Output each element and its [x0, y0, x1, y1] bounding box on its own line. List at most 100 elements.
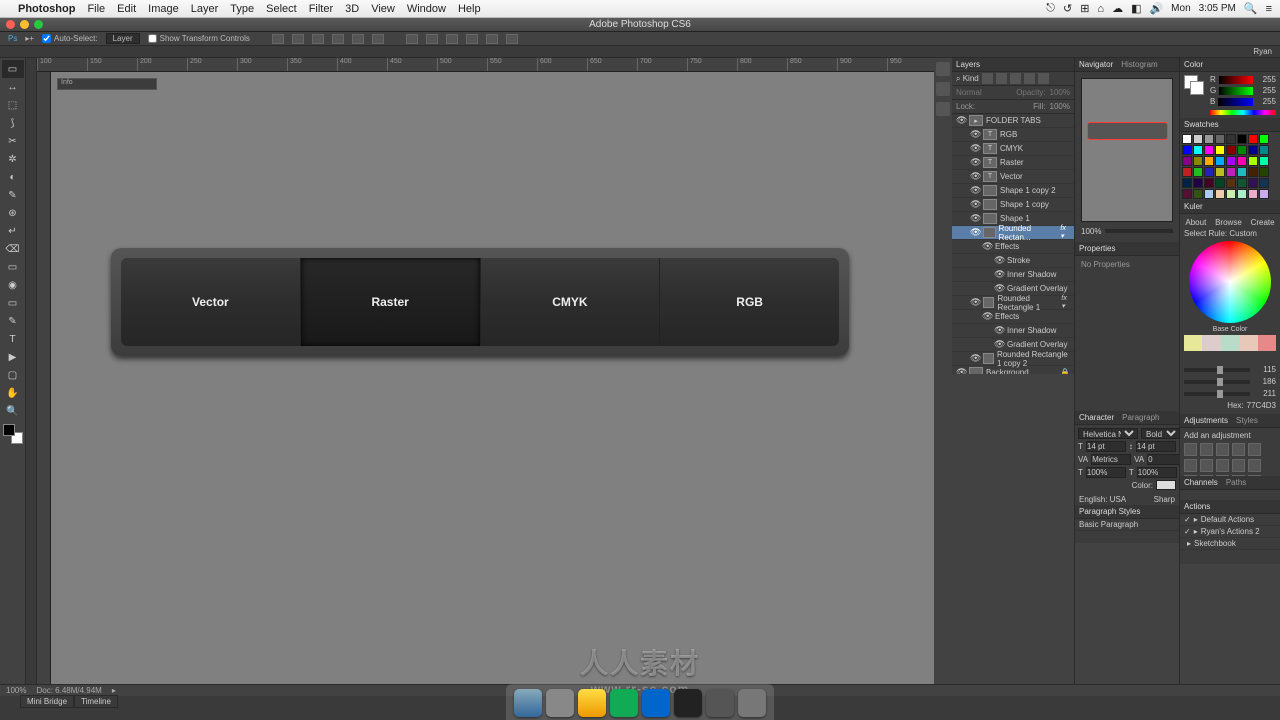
layer-row[interactable]: 👁TRGB: [952, 128, 1074, 142]
align-btn[interactable]: [332, 34, 344, 44]
adj-icon[interactable]: [1184, 459, 1197, 472]
layer-row[interactable]: 👁TRaster: [952, 156, 1074, 170]
horizontal-ruler[interactable]: 1001502002503003504004505005506006507007…: [37, 58, 934, 72]
swatch[interactable]: [1226, 178, 1236, 188]
g-value[interactable]: 255: [1256, 86, 1276, 95]
menu-filter[interactable]: Filter: [309, 3, 333, 15]
ps-icon[interactable]: Ps: [8, 34, 17, 43]
hue-strip[interactable]: [1210, 110, 1276, 115]
swatch[interactable]: [1226, 134, 1236, 144]
swatch[interactable]: [1226, 145, 1236, 155]
wand-tool[interactable]: ⟆: [2, 114, 24, 132]
timeline-tab[interactable]: Timeline: [74, 695, 118, 708]
visibility-icon[interactable]: 👁: [956, 367, 966, 374]
visibility-icon[interactable]: 👁: [970, 227, 980, 238]
color-tab[interactable]: Color: [1184, 60, 1203, 69]
swatch[interactable]: [1237, 167, 1247, 177]
kuler-swatch[interactable]: [1258, 335, 1276, 351]
hex-value[interactable]: 77C4D3: [1247, 401, 1276, 410]
swatch[interactable]: [1226, 189, 1236, 199]
visibility-icon[interactable]: 👁: [970, 213, 980, 224]
crop-tool[interactable]: ✂: [2, 132, 24, 150]
b-value[interactable]: 211: [1254, 389, 1276, 398]
swatch[interactable]: [1226, 156, 1236, 166]
swatches-tab[interactable]: Swatches: [1184, 120, 1219, 129]
swatch[interactable]: [1259, 134, 1269, 144]
layer-row[interactable]: 👁Shape 1 copy 2: [952, 184, 1074, 198]
heal-tool[interactable]: ◐: [2, 168, 24, 186]
properties-tab[interactable]: Properties: [1079, 244, 1115, 253]
layer-row[interactable]: 👁TVector: [952, 170, 1074, 184]
menu-3d[interactable]: 3D: [345, 3, 359, 15]
swatch[interactable]: [1193, 145, 1203, 155]
font-size[interactable]: [1086, 441, 1126, 452]
status-icon[interactable]: ⌂: [1097, 3, 1104, 15]
adjustments-tab[interactable]: Adjustments: [1184, 416, 1228, 425]
dock-photoshop-icon[interactable]: [642, 689, 670, 717]
navigator-tab[interactable]: Navigator: [1079, 60, 1113, 69]
s-slider[interactable]: [1184, 380, 1250, 384]
distribute-btn[interactable]: [446, 34, 458, 44]
marquee-tool[interactable]: ↔: [2, 78, 24, 96]
visibility-icon[interactable]: 👁: [970, 199, 980, 210]
layer-row[interactable]: 👁Inner Shadow: [952, 324, 1074, 338]
navigator-viewbox[interactable]: [1087, 122, 1168, 140]
swatch[interactable]: [1193, 167, 1203, 177]
swatch[interactable]: [1248, 156, 1258, 166]
layer-row[interactable]: 👁Effects: [952, 310, 1074, 324]
character-tab[interactable]: Character: [1079, 413, 1114, 422]
swatch[interactable]: [1237, 156, 1247, 166]
s-value[interactable]: 186: [1254, 377, 1276, 386]
pstyles-tab[interactable]: Paragraph Styles: [1079, 507, 1140, 516]
type-tool[interactable]: T: [2, 330, 24, 348]
stamp-tool[interactable]: ⊛: [2, 204, 24, 222]
histogram-tab[interactable]: Histogram: [1121, 60, 1157, 69]
swatch[interactable]: [1182, 167, 1192, 177]
swatch[interactable]: [1226, 167, 1236, 177]
swatch[interactable]: [1259, 156, 1269, 166]
adj-icon[interactable]: [1248, 443, 1261, 456]
adj-icon[interactable]: [1232, 443, 1245, 456]
nav-zoom-value[interactable]: 100%: [1081, 227, 1101, 236]
swatch[interactable]: [1204, 134, 1214, 144]
kuler-swatch[interactable]: [1202, 335, 1220, 351]
paths-tab[interactable]: Paths: [1226, 478, 1246, 487]
visibility-icon[interactable]: 👁: [994, 255, 1004, 266]
actions-tab[interactable]: Actions: [1184, 502, 1210, 511]
layers-tab[interactable]: Layers: [956, 60, 980, 69]
swatch[interactable]: [1193, 156, 1203, 166]
visibility-icon[interactable]: 👁: [970, 143, 980, 154]
swatch[interactable]: [1237, 145, 1247, 155]
menu-image[interactable]: Image: [148, 3, 179, 15]
hscale[interactable]: [1137, 467, 1177, 478]
action-item[interactable]: ✓▸Default Actions: [1180, 514, 1280, 526]
font-weight[interactable]: Bold: [1141, 428, 1180, 439]
layer-row[interactable]: 👁Inner Shadow: [952, 268, 1074, 282]
menu-type[interactable]: Type: [230, 3, 254, 15]
lasso-tool[interactable]: ⬚: [2, 96, 24, 114]
swatch[interactable]: [1237, 178, 1247, 188]
visibility-icon[interactable]: 👁: [970, 297, 980, 308]
status-icon[interactable]: ☁: [1112, 2, 1123, 15]
visibility-icon[interactable]: 👁: [994, 283, 1004, 294]
dock-app-icon[interactable]: [706, 689, 734, 717]
nav-zoom-slider[interactable]: [1105, 229, 1173, 233]
kuler-tab[interactable]: Kuler: [1184, 202, 1203, 211]
fx-badge[interactable]: fx ▾: [1061, 295, 1070, 310]
action-item[interactable]: ▸Sketchbook: [1180, 538, 1280, 550]
align-btn[interactable]: [292, 34, 304, 44]
adj-icon[interactable]: [1200, 443, 1213, 456]
visibility-icon[interactable]: 👁: [970, 157, 980, 168]
status-arrow-icon[interactable]: ▸: [112, 686, 116, 695]
layer-row[interactable]: 👁Rounded Rectangle 1fx ▾: [952, 296, 1074, 310]
close-window-icon[interactable]: [6, 20, 15, 29]
menu-file[interactable]: File: [87, 3, 105, 15]
visibility-icon[interactable]: 👁: [994, 269, 1004, 280]
char-color-swatch[interactable]: [1156, 480, 1176, 490]
menu-window[interactable]: Window: [407, 3, 446, 15]
adj-icon[interactable]: [1216, 443, 1229, 456]
filter-image-icon[interactable]: [982, 73, 993, 84]
menu-select[interactable]: Select: [266, 3, 297, 15]
swatch[interactable]: [1215, 189, 1225, 199]
b-slider[interactable]: [1218, 98, 1253, 106]
